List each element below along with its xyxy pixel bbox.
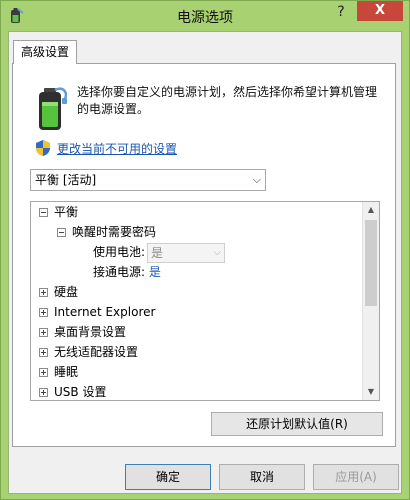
tree-node-wireless-adapter[interactable]: 无线适配器设置: [39, 342, 138, 362]
tree-node-internet-explorer[interactable]: Internet Explorer: [39, 302, 155, 322]
description-line-1: 选择你要自定义的电源计划，然后选择你希望计算机管理: [77, 85, 378, 99]
on-battery-value: 是: [151, 246, 164, 260]
setting-on-battery: 使用电池: 是 ⌵: [93, 242, 313, 263]
tree-node-label: 桌面背景设置: [54, 325, 127, 339]
chevron-down-icon: ⌵: [213, 247, 221, 258]
power-plan-select[interactable]: 平衡 [活动] ⌵: [30, 169, 266, 191]
tree-node-balanced[interactable]: 平衡: [39, 202, 78, 222]
collapse-icon[interactable]: [57, 228, 66, 237]
restore-defaults-button[interactable]: 还原计划默认值(R): [211, 412, 383, 436]
tree-node-label: 硬盘: [54, 285, 79, 299]
tree-node-label: 睡眠: [54, 365, 79, 379]
collapse-icon[interactable]: [39, 208, 48, 217]
expand-icon[interactable]: [39, 368, 48, 377]
scroll-down-icon[interactable]: ▼: [363, 384, 379, 400]
ok-button[interactable]: 确定: [125, 464, 211, 490]
change-unavailable-settings-link[interactable]: 更改当前不可用的设置: [57, 140, 177, 157]
expand-icon[interactable]: [39, 348, 48, 357]
close-button[interactable]: X: [357, 1, 403, 21]
tree-node-desktop-background[interactable]: 桌面背景设置: [39, 322, 126, 342]
apply-button[interactable]: 应用(A): [313, 464, 399, 490]
scroll-up-icon[interactable]: ▲: [363, 202, 379, 218]
expand-icon[interactable]: [39, 388, 48, 397]
description-line-2: 的电源设置。: [77, 102, 150, 116]
tree-node-label: USB 设置: [54, 385, 107, 399]
expand-icon[interactable]: [39, 308, 48, 317]
on-battery-select[interactable]: 是 ⌵: [147, 243, 225, 263]
tree-scrollbar[interactable]: ▲ ▼: [362, 202, 379, 400]
dialog-body: 高级设置 选择你要自定义的电源计划，然后选择你希望计算机管理 的电源设置。 更改…: [8, 31, 402, 494]
cancel-button[interactable]: 取消: [219, 464, 305, 490]
advanced-settings-panel: 选择你要自定义的电源计划，然后选择你希望计算机管理 的电源设置。 更改当前不可用…: [12, 63, 396, 447]
description-text: 选择你要自定义的电源计划，然后选择你希望计算机管理 的电源设置。: [77, 84, 387, 118]
expand-icon[interactable]: [39, 288, 48, 297]
tree-node-usb-settings[interactable]: USB 设置: [39, 382, 107, 400]
setting-plugged-in: 接通电源: 是: [93, 262, 161, 282]
chevron-down-icon: ⌵: [252, 173, 261, 186]
tree-node-label: 平衡: [54, 205, 79, 219]
tree-node-label: 唤醒时需要密码: [72, 225, 157, 239]
help-button[interactable]: ?: [327, 1, 355, 23]
on-battery-label: 使用电池:: [93, 245, 146, 259]
tree-node-label: 无线适配器设置: [54, 345, 139, 359]
plugged-in-label: 接通电源:: [93, 265, 146, 279]
plugged-in-value[interactable]: 是: [149, 265, 161, 279]
settings-tree[interactable]: 平衡 唤醒时需要密码 使用电池: 是 ⌵ 接通电源: 是 硬盘 Internet…: [30, 201, 380, 401]
power-plan-select-value: 平衡 [活动]: [35, 173, 97, 187]
tree-node-label: Internet Explorer: [54, 305, 156, 319]
tab-advanced-settings[interactable]: 高级设置: [13, 40, 77, 64]
battery-icon: [39, 87, 68, 130]
tree-node-hard-disk[interactable]: 硬盘: [39, 282, 78, 302]
power-options-window: 电源选项 ? X 高级设置 选择你要自定义的电源计划，然后选择你希望计算机管理 …: [0, 0, 410, 500]
scrollbar-thumb[interactable]: [365, 220, 377, 306]
uac-shield-icon: [36, 140, 50, 156]
tree-node-sleep[interactable]: 睡眠: [39, 362, 78, 382]
tree-node-require-password[interactable]: 唤醒时需要密码: [57, 222, 156, 242]
expand-icon[interactable]: [39, 328, 48, 337]
title-bar[interactable]: 电源选项 ? X: [1, 1, 409, 31]
